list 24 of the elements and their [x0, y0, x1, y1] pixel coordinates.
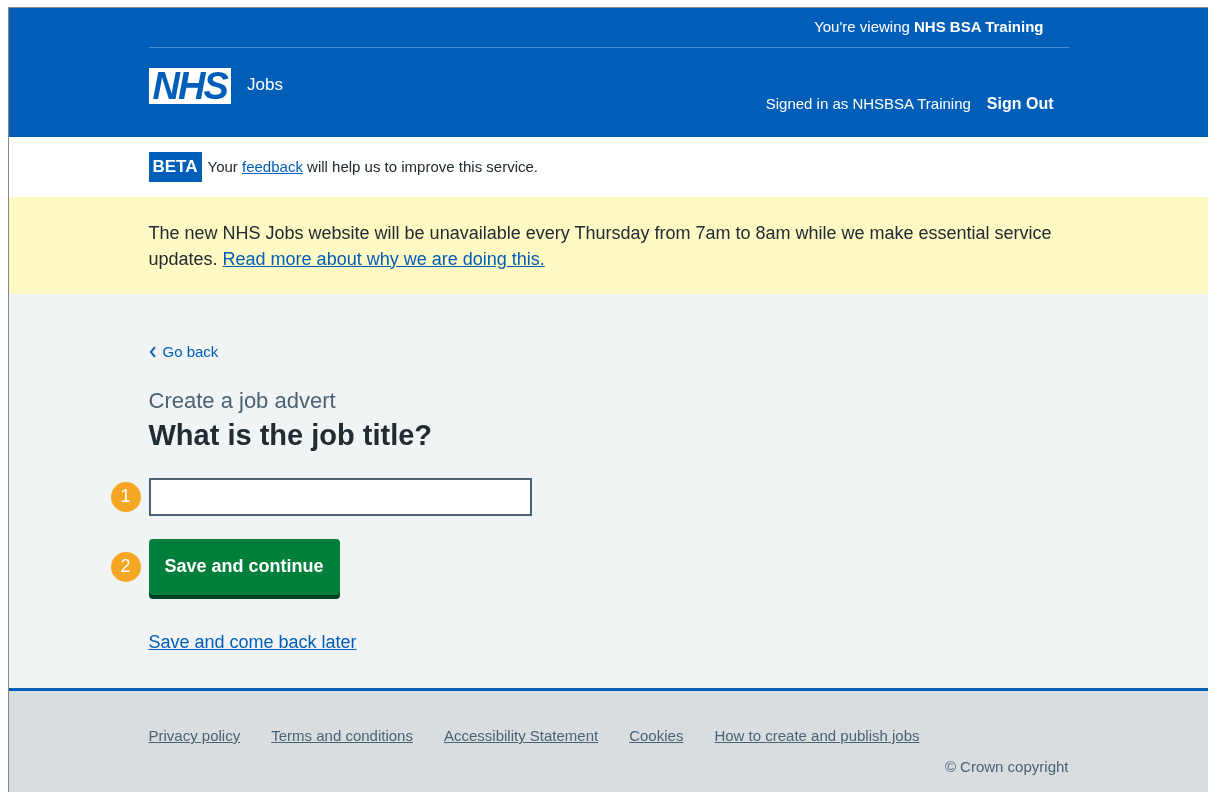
page-heading: What is the job title? [148, 417, 433, 453]
footer-link[interactable]: Accessibility Statement [443, 725, 599, 748]
step-number-badge: 2 [110, 551, 141, 582]
page-caption: Create a job advert [148, 386, 336, 415]
feedback-text: Your feedback will help us to improve this service. [207, 156, 538, 177]
save-later-link[interactable]: Save and come back later [148, 628, 357, 656]
back-link[interactable]: Go back [148, 341, 219, 364]
job-title-field[interactable] [148, 477, 532, 516]
footer-link[interactable]: How to create and publish jobs [714, 725, 920, 748]
notice-link[interactable]: Read more about why we are doing this. [222, 248, 545, 269]
nhs-logo[interactable]: NHS [148, 68, 232, 104]
footer-link[interactable]: Terms and conditions [271, 725, 413, 748]
beta-tag: BETA [148, 152, 202, 182]
feedback-link[interactable]: feedback [242, 157, 303, 175]
footer-link[interactable]: Privacy policy [148, 725, 241, 748]
service-name: Jobs [247, 74, 283, 97]
notice-text: The new NHS Jobs website will be unavailable every Thursday from 7am to 8am while we make essential service updates. Read more about why we are doing this. [148, 221, 1053, 271]
viewing-notice: You're viewing NHS BSA Training [814, 17, 1044, 38]
copyright-text: © Crown copyright [944, 756, 1069, 777]
chevron-left-icon [148, 346, 157, 359]
signed-in-text: Signed in as NHSBSA Training [765, 93, 971, 114]
sign-out-link[interactable]: Sign Out [986, 92, 1054, 116]
footer-link[interactable]: Cookies [629, 725, 684, 748]
step-number-badge: 1 [110, 481, 141, 512]
